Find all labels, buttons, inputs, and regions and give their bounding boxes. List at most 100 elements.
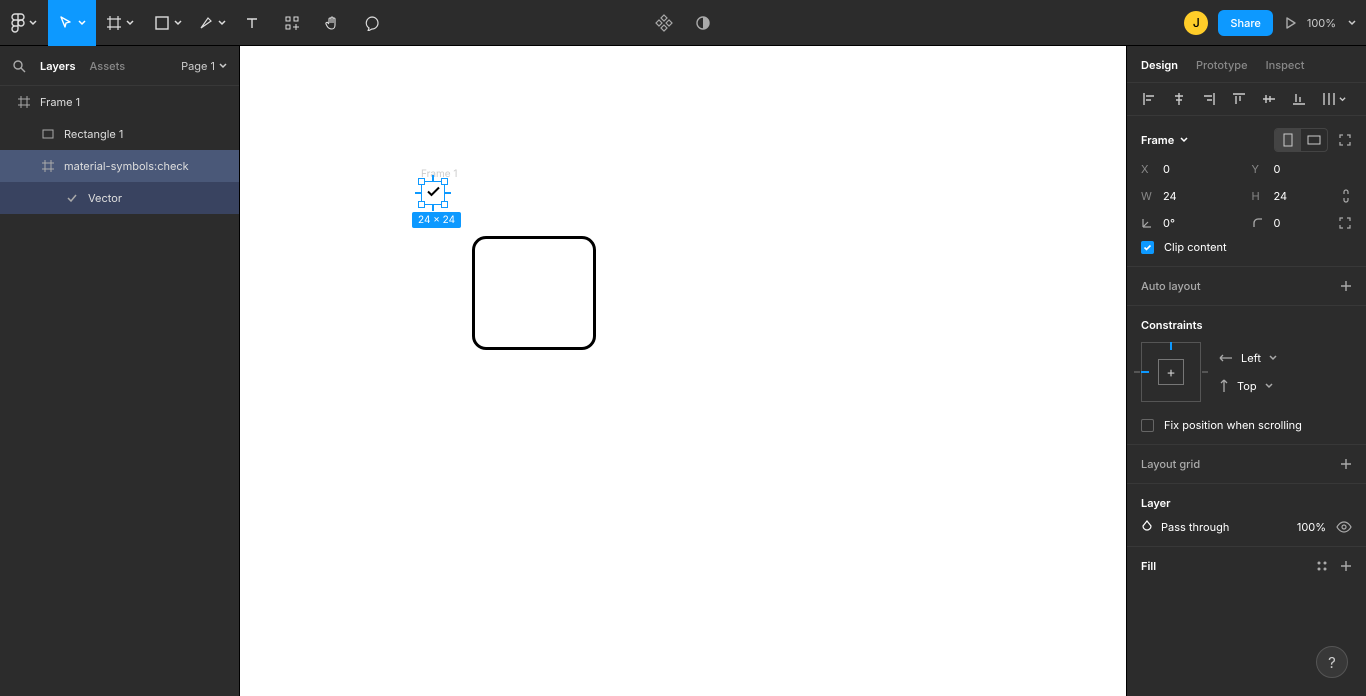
layer-label: Vector — [88, 191, 122, 205]
prop-corner-radius[interactable]: 0 — [1252, 216, 1353, 230]
link-icon — [1340, 188, 1352, 204]
resize-handle-tl[interactable] — [418, 178, 425, 185]
constraint-h-select[interactable]: Left — [1219, 351, 1277, 365]
share-button[interactable]: Share — [1218, 10, 1272, 36]
chevron-down-icon — [174, 19, 182, 27]
edge-tick — [432, 175, 434, 181]
prop-x[interactable]: X0 — [1141, 162, 1242, 176]
add-auto-layout-button[interactable] — [1340, 280, 1352, 292]
align-right-button[interactable] — [1201, 91, 1217, 107]
add-fill-button[interactable] — [1340, 560, 1352, 572]
search-button[interactable] — [12, 59, 26, 73]
add-layout-grid-button[interactable] — [1340, 458, 1352, 470]
independent-corners-button[interactable] — [1338, 216, 1352, 230]
resize-to-fit-button[interactable] — [1338, 133, 1352, 147]
layout-grid-title: Layout grid — [1141, 457, 1200, 471]
corners-icon — [1338, 216, 1352, 230]
fix-position-checkbox[interactable]: Fix position when scrolling — [1141, 418, 1352, 432]
resources-button[interactable] — [272, 0, 312, 46]
pen-tool-button[interactable] — [192, 0, 232, 46]
move-tool-button[interactable] — [48, 0, 96, 46]
corner-radius-icon — [1252, 217, 1264, 229]
fill-styles-button[interactable] — [1316, 560, 1328, 572]
hand-tool-button[interactable] — [312, 0, 352, 46]
portrait-icon — [1283, 133, 1293, 147]
align-left-button[interactable] — [1141, 91, 1157, 107]
tab-design[interactable]: Design — [1141, 58, 1178, 72]
plugins-button[interactable] — [655, 14, 673, 32]
link-dimensions-button[interactable] — [1340, 188, 1352, 204]
orientation-portrait[interactable] — [1275, 129, 1301, 151]
arrow-h-icon — [1219, 353, 1233, 363]
orientation-landscape[interactable] — [1301, 129, 1327, 151]
check-icon — [424, 183, 442, 204]
frame-tool-button[interactable] — [96, 0, 144, 46]
user-avatar[interactable]: J — [1184, 11, 1208, 35]
prop-rotation[interactable]: 0° — [1141, 216, 1242, 230]
shape-tool-button[interactable] — [144, 0, 192, 46]
blend-icon — [1141, 520, 1153, 534]
zoom-dropdown[interactable]: 100% — [1307, 16, 1356, 30]
canvas-frame-label[interactable]: Frame 1 — [421, 168, 457, 180]
question-icon: ? — [1328, 653, 1336, 672]
alignment-controls — [1127, 83, 1366, 116]
layers-panel: Layers Assets Page 1 Frame 1 Rectangle 1… — [0, 46, 240, 696]
chevron-down-icon — [1265, 382, 1273, 390]
edge-tick — [445, 192, 451, 194]
page-selector[interactable]: Page 1 — [181, 59, 227, 73]
landscape-icon — [1307, 135, 1321, 145]
align-top-button[interactable] — [1231, 91, 1247, 107]
selection-outline[interactable] — [421, 181, 445, 205]
align-hcenter-button[interactable] — [1171, 91, 1187, 107]
blend-mode-select[interactable]: Pass through — [1141, 520, 1229, 534]
comment-icon — [364, 15, 380, 31]
tab-inspect[interactable]: Inspect — [1266, 58, 1305, 72]
clip-content-label: Clip content — [1164, 240, 1227, 254]
clip-content-checkbox[interactable]: Clip content — [1141, 240, 1352, 254]
edge-tick — [432, 205, 434, 211]
constraint-picker[interactable]: + — [1141, 342, 1201, 402]
layer-row-rectangle[interactable]: Rectangle 1 — [0, 118, 239, 150]
layer-opacity-value[interactable]: 100% — [1297, 520, 1326, 534]
main-menu-button[interactable] — [0, 0, 48, 46]
prop-w[interactable]: W24 — [1141, 188, 1242, 204]
canvas[interactable]: Frame 1 24 × 24 — [240, 46, 1126, 696]
resize-handle-tr[interactable] — [441, 178, 448, 185]
tab-prototype[interactable]: Prototype — [1196, 58, 1248, 72]
present-button[interactable] — [1283, 16, 1297, 30]
arrow-v-icon — [1219, 379, 1229, 393]
layers-tab[interactable]: Layers — [40, 59, 76, 73]
rectangle-shape[interactable] — [472, 236, 596, 350]
layer-row-frame[interactable]: Frame 1 — [0, 86, 239, 118]
resize-handle-br[interactable] — [441, 201, 448, 208]
layer-row-vector[interactable]: Vector — [0, 182, 239, 214]
frame-section-title[interactable]: Frame — [1141, 133, 1188, 147]
cursor-icon — [58, 15, 74, 31]
auto-layout-section: Auto layout — [1127, 267, 1366, 306]
prop-h[interactable]: H24 — [1252, 188, 1353, 204]
properties-panel: Design Prototype Inspect Frame — [1126, 46, 1366, 696]
align-vcenter-button[interactable] — [1261, 91, 1277, 107]
comment-tool-button[interactable] — [352, 0, 392, 46]
resize-handle-bl[interactable] — [418, 201, 425, 208]
distribute-button[interactable] — [1321, 91, 1346, 107]
assets-tab[interactable]: Assets — [90, 59, 126, 73]
layer-row-icon-frame[interactable]: material-symbols:check — [0, 150, 239, 182]
layer-visibility-button[interactable] — [1336, 521, 1352, 533]
chevron-down-icon — [1339, 96, 1346, 103]
align-bottom-button[interactable] — [1291, 91, 1307, 107]
orientation-toggle[interactable] — [1274, 128, 1328, 152]
prop-y[interactable]: Y0 — [1252, 162, 1353, 176]
help-button[interactable]: ? — [1316, 646, 1348, 678]
dark-mode-toggle[interactable] — [695, 15, 711, 31]
text-tool-button[interactable] — [232, 0, 272, 46]
fit-icon — [1338, 133, 1352, 147]
layer-section: Layer Pass through 100% — [1127, 484, 1366, 547]
frame-section: Frame X0 Y0 W24 — [1127, 116, 1366, 267]
play-icon — [1283, 16, 1297, 30]
constraints-title: Constraints — [1141, 318, 1202, 332]
text-icon — [244, 15, 260, 31]
constraint-v-select[interactable]: Top — [1219, 379, 1277, 393]
eye-icon — [1336, 521, 1352, 533]
diamond-grid-icon — [655, 14, 673, 32]
